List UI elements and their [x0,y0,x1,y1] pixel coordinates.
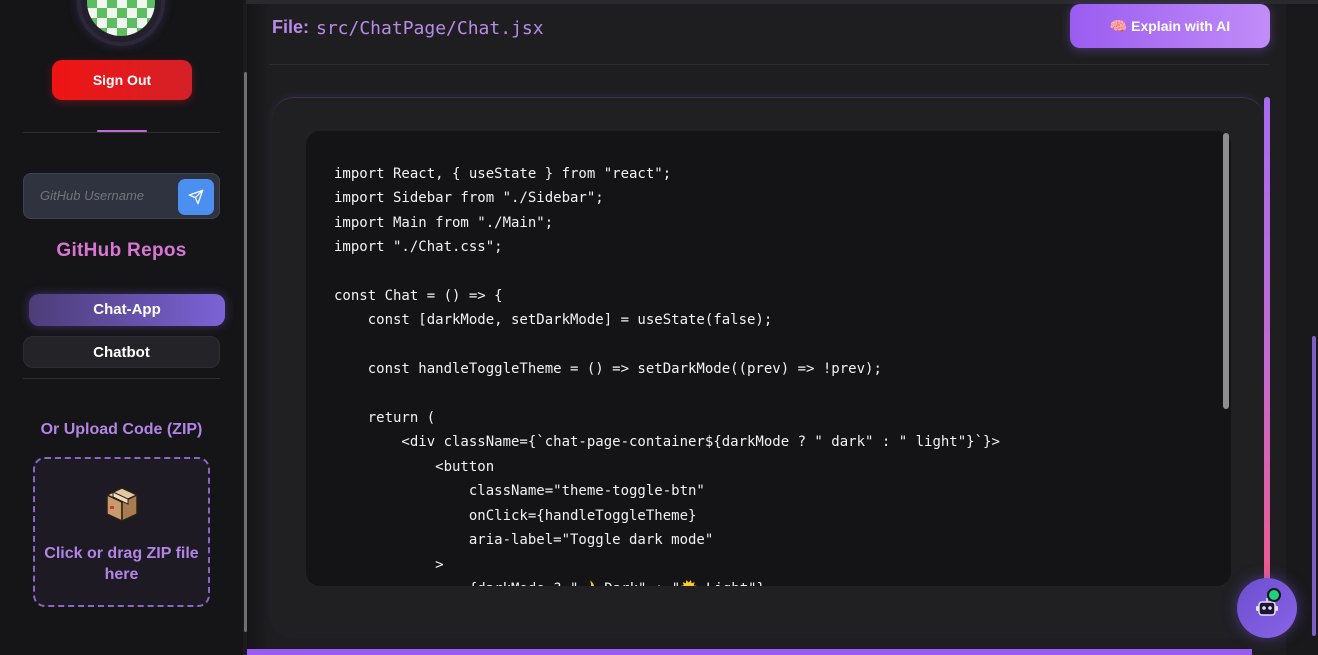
code-content: import React, { useState } from "react";… [334,166,1000,586]
github-submit-button[interactable] [178,179,214,215]
scroll-progress-fill [1264,97,1270,582]
upload-title: Or Upload Code (ZIP) [40,421,203,438]
code-scrollbar-thumb[interactable] [1223,133,1229,409]
package-icon [105,487,139,523]
github-username-input[interactable] [40,188,170,203]
chatbot-button[interactable] [1237,578,1297,638]
code-viewer[interactable]: import React, { useState } from "react";… [306,131,1231,586]
header-divider [269,64,1269,65]
file-path: src/ChatPage/Chat.jsx [316,18,544,39]
repos-title: GitHub Repos [56,240,187,261]
page-scrollbar-thumb[interactable] [1312,336,1316,636]
sidebar-divider-2 [23,378,220,379]
dropzone-text: Click or drag ZIP file here [44,545,199,583]
repo-item-chat-app[interactable]: Chat-App [29,294,225,326]
send-icon [188,189,204,205]
explain-with-ai-button[interactable]: 🧠 Explain with AI [1070,4,1270,48]
repo-item-chatbot[interactable]: Chatbot [23,336,220,368]
app-window: Sign Out GitHub Repos Chat-App Chatbot O… [0,0,1318,655]
file-label: File: [272,17,310,37]
sidebar-divider [23,132,220,133]
online-status-dot [1267,588,1281,602]
bottom-progress-bar [247,649,1252,655]
sign-out-button[interactable]: Sign Out [52,60,192,100]
main-panel-shadow [247,4,269,655]
robot-icon [1256,598,1278,616]
sidebar-divider-accent [97,130,147,132]
avatar-image [87,0,155,36]
